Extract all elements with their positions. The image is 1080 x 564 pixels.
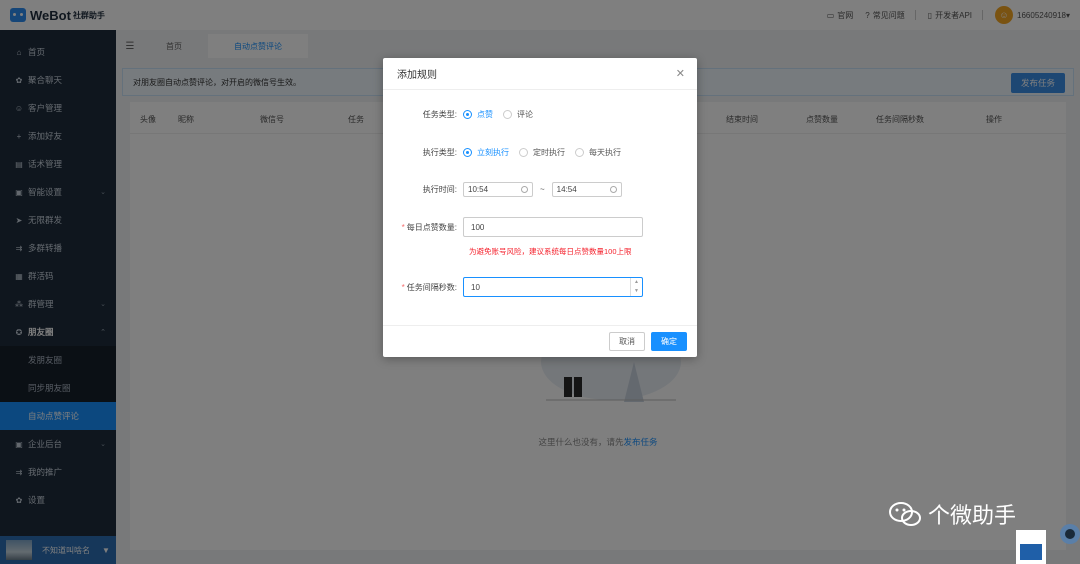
daily-likes-value: 100 (471, 222, 485, 232)
radio-label: 立刻执行 (477, 148, 509, 157)
dialog-header: 添加规则 ✕ (383, 58, 697, 90)
daily-likes-label-text: 每日点赞数量: (406, 222, 457, 232)
radio-circle (519, 148, 528, 157)
required-mark: * (401, 222, 405, 232)
radio-circle (503, 110, 512, 119)
interval-stepper[interactable]: ▲ ▼ (630, 278, 642, 296)
daily-likes-input[interactable]: 100 (463, 217, 643, 237)
start-time-value: 10:54 (468, 185, 489, 194)
end-time-input[interactable]: 14:54 (551, 182, 622, 197)
radio-comment[interactable]: 评论 (503, 109, 533, 120)
clock-icon (521, 186, 528, 193)
radio-circle (463, 148, 472, 157)
interval-row: * 任务间隔秒数: 10 ▲ ▼ (383, 277, 697, 297)
exec-time-label: 执行时间: (422, 185, 457, 194)
corner-logo-badge (1016, 524, 1080, 564)
exec-type-row: 执行类型: 立刻执行 定时执行 每天执行 (383, 147, 697, 158)
clock-icon (609, 186, 617, 193)
dialog-title: 添加规则 (397, 70, 437, 81)
end-time-value: 14:54 (556, 185, 577, 194)
daily-likes-row: * 每日点赞数量: 100 (383, 217, 697, 237)
exec-time-row: 执行时间: 10:54 ~ 14:54 (383, 182, 697, 197)
watermark: 个微助手 (888, 498, 1016, 530)
close-icon[interactable]: ✕ (676, 67, 685, 80)
stepper-down-icon[interactable]: ▼ (631, 287, 642, 296)
interval-label-text: 任务间隔秒数: (406, 282, 457, 292)
time-separator: ~ (540, 185, 545, 194)
watermark-text: 个微助手 (928, 503, 1017, 528)
radio-label: 评论 (517, 110, 533, 119)
required-mark: * (401, 282, 405, 292)
wechat-logo-icon (889, 502, 921, 526)
interval-value: 10 (471, 282, 480, 292)
start-time-input[interactable]: 10:54 (463, 182, 533, 197)
radio-label: 每天执行 (589, 148, 621, 157)
radio-scheduled[interactable]: 定时执行 (519, 147, 565, 158)
radio-immediate[interactable]: 立刻执行 (463, 147, 509, 158)
radio-circle (463, 110, 472, 119)
cancel-button[interactable]: 取消 (609, 332, 645, 351)
dialog-footer: 取消 确定 (383, 325, 697, 357)
daily-likes-warning: 为避免账号风险，建议系统每日点赞数量100上限 (469, 247, 632, 256)
daily-likes-label: * 每日点赞数量: (383, 222, 463, 233)
add-rule-dialog: 添加规则 ✕ 任务类型: 点赞 评论 执行类型: 立刻执行 定时执行 每天执行 … (383, 58, 697, 357)
radio-daily[interactable]: 每天执行 (575, 147, 621, 158)
radio-label: 点赞 (477, 110, 493, 119)
task-type-label: 任务类型: (422, 110, 457, 119)
interval-label: * 任务间隔秒数: (383, 282, 463, 293)
radio-label: 定时执行 (533, 148, 565, 157)
exec-type-label: 执行类型: (422, 148, 457, 157)
task-type-row: 任务类型: 点赞 评论 (383, 109, 697, 120)
confirm-button[interactable]: 确定 (651, 332, 687, 351)
interval-input[interactable]: 10 ▲ ▼ (463, 277, 643, 297)
radio-circle (575, 148, 584, 157)
radio-like[interactable]: 点赞 (463, 109, 493, 120)
stepper-up-icon[interactable]: ▲ (631, 278, 642, 287)
